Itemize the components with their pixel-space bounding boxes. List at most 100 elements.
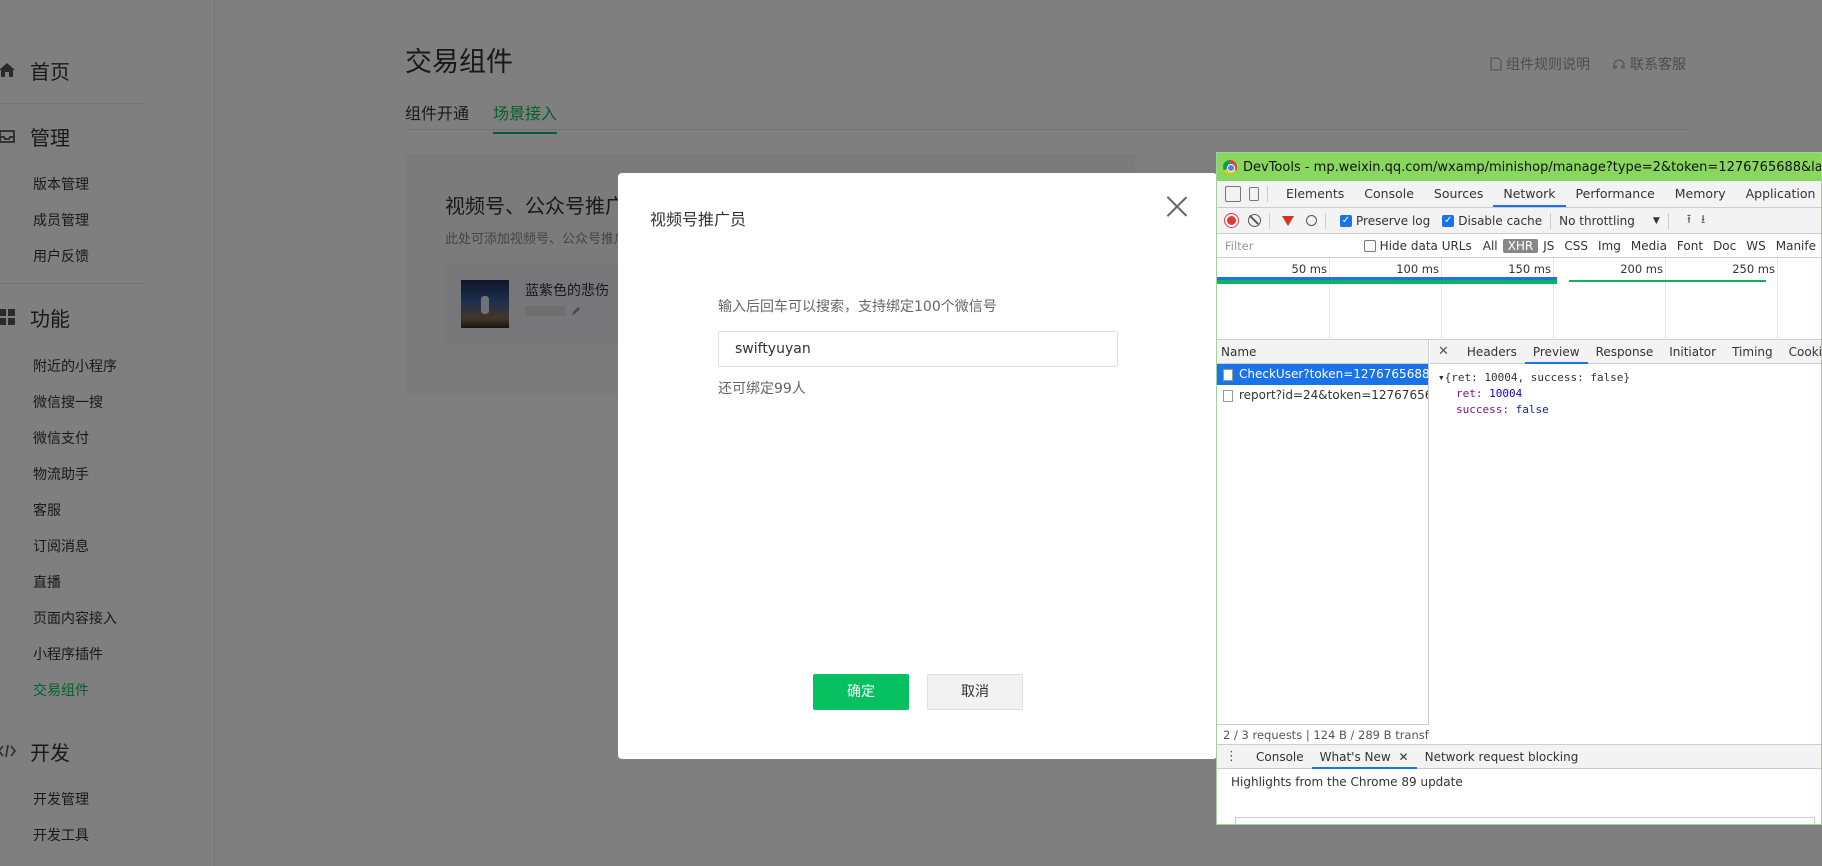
filter-icon[interactable] [1282,215,1294,226]
drawer-body: Highlights from the Chrome 89 update [1231,775,1463,789]
name-column-header[interactable]: Name [1217,340,1428,364]
inspect-icon[interactable] [1225,186,1241,202]
more-vertical-icon[interactable]: ⋮ [1225,749,1238,764]
tab-cookies[interactable]: Cookies [1781,340,1821,364]
tab-performance[interactable]: Performance [1566,181,1665,207]
close-icon[interactable]: ✕ [1399,750,1409,764]
timeline-gridline [1553,258,1554,340]
promoter-dialog: 视频号推广员 输入后回车可以搜索，支持绑定100个微信号 还可绑定99人 确定 … [618,173,1217,759]
filter-ws[interactable]: WS [1741,239,1770,253]
timeline-label: 250 ms [1732,262,1775,276]
request-row[interactable]: CheckUser?token=1276765688&... [1217,364,1428,385]
remaining-count: 还可绑定99人 [718,381,806,397]
json-summary[interactable]: ▾{ret: 10004, success: false} [1438,370,1815,386]
filter-doc[interactable]: Doc [1708,239,1741,253]
filter-bar: Filter Hide data URLs All XHR JS CSS Img… [1217,234,1821,258]
tab-console[interactable]: Console [1354,181,1424,207]
tab-network[interactable]: Network [1493,181,1566,207]
toolbar-separator [1550,212,1552,229]
timeline-gridline [1329,258,1330,340]
wechat-id-input[interactable] [718,331,1118,367]
network-toolbar: ✓ Preserve log ✓ Disable cache No thrott… [1217,208,1821,234]
device-toggle-icon[interactable] [1249,187,1259,201]
timeline-gridline [1665,258,1666,340]
tab-preview[interactable]: Preview [1524,340,1588,364]
preserve-log-checkbox[interactable]: ✓ Preserve log [1340,214,1430,228]
filter-manifest[interactable]: Manife [1771,239,1821,253]
record-icon[interactable] [1225,214,1238,227]
tab-timing[interactable]: Timing [1724,340,1781,364]
drawer-tab-request-blocking[interactable]: Network request blocking [1417,745,1587,769]
json-key: ret: [1456,387,1483,400]
confirm-button[interactable]: 确定 [813,674,909,710]
chevron-down-icon: ▼ [1652,215,1660,226]
drawer-tab-console[interactable]: Console [1248,745,1312,769]
tab-initiator[interactable]: Initiator [1661,340,1724,364]
tab-sources[interactable]: Sources [1424,181,1493,207]
request-list: Name CheckUser?token=1276765688&... repo… [1217,340,1429,744]
filter-js[interactable]: JS [1538,239,1559,253]
import-icon[interactable]: ⭱ [1687,210,1691,231]
request-row[interactable]: report?id=24&token=127676568... [1217,385,1428,406]
filter-input[interactable]: Filter [1223,237,1346,255]
filter-img[interactable]: Img [1593,239,1626,253]
tab-application[interactable]: Application [1736,181,1821,207]
drawer-tabs: ⋮ Console What's New ✕ Network request b… [1217,745,1821,769]
timeline-label: 150 ms [1508,262,1551,276]
devtools-window: DevTools - mp.weixin.qq.com/wxamp/minish… [1216,152,1822,825]
disable-cache-checkbox[interactable]: ✓ Disable cache [1442,214,1542,228]
devtools-tabs: Elements Console Sources Network Perform… [1217,181,1821,208]
timeline-bar [1568,280,1766,282]
disable-cache-label: Disable cache [1458,213,1543,228]
toolbar-separator [1667,212,1669,229]
devtools-title: DevTools - mp.weixin.qq.com/wxamp/minish… [1243,159,1822,175]
timeline-label: 50 ms [1291,262,1327,276]
request-name: report?id=24&token=127676568... [1239,388,1428,402]
checkbox-checked-icon: ✓ [1442,214,1455,227]
tab-elements[interactable]: Elements [1276,181,1354,207]
json-value: 10004 [1489,387,1523,400]
search-icon[interactable] [1306,215,1317,226]
requests-summary: 2 / 3 requests | 124 B / 289 B transfe [1217,724,1429,744]
document-icon [1223,389,1233,402]
details-tabs: ✕ Headers Preview Response Initiator Tim… [1430,340,1821,364]
dialog-title: 视频号推广员 [650,210,747,229]
throttling-select[interactable]: No throttling ▼ [1559,214,1660,228]
chrome-icon [1223,160,1237,174]
hide-data-urls-checkbox[interactable]: Hide data URLs [1363,238,1472,253]
close-icon[interactable]: ✕ [1438,344,1449,359]
timeline-label: 200 ms [1620,262,1663,276]
timeline-label: 100 ms [1396,262,1439,276]
drawer-tab-label: What's New [1319,749,1391,764]
toolbar-separator [1269,212,1270,229]
toolbar-separator [1267,186,1268,202]
json-key: success: [1456,403,1509,416]
filter-xhr[interactable]: XHR [1502,238,1539,253]
tab-response[interactable]: Response [1588,340,1662,364]
close-icon[interactable] [1166,195,1188,217]
filter-media[interactable]: Media [1626,239,1672,253]
request-details: ✕ Headers Preview Response Initiator Tim… [1430,340,1821,744]
timeline-bar [1217,280,1558,284]
document-icon [1223,368,1233,381]
devtools-drawer: ⋮ Console What's New ✕ Network request b… [1217,744,1821,824]
devtools-titlebar[interactable]: DevTools - mp.weixin.qq.com/wxamp/minish… [1217,153,1821,181]
tab-headers[interactable]: Headers [1459,340,1525,364]
preserve-log-label: Preserve log [1356,213,1431,228]
timeline-gridline [1441,258,1442,340]
filter-all[interactable]: All [1478,239,1503,253]
clear-icon[interactable] [1248,214,1261,227]
json-row: ret: 10004 [1438,386,1815,402]
cancel-button[interactable]: 取消 [927,674,1023,710]
hide-data-urls-label: Hide data URLs [1379,238,1472,253]
filter-css[interactable]: CSS [1559,239,1593,253]
export-icon[interactable]: ⭳ [1701,210,1705,231]
drawer-content-frame [1235,817,1815,824]
tab-memory[interactable]: Memory [1665,181,1736,207]
drawer-tab-whats-new[interactable]: What's New ✕ [1311,745,1417,769]
dialog-hint: 输入后回车可以搜索，支持绑定100个微信号 [718,299,997,315]
checkbox-checked-icon: ✓ [1340,214,1352,227]
network-timeline[interactable]: 50 ms 100 ms 150 ms 200 ms 250 ms [1217,258,1821,340]
filter-font[interactable]: Font [1672,239,1708,253]
toolbar-separator [1325,212,1326,229]
